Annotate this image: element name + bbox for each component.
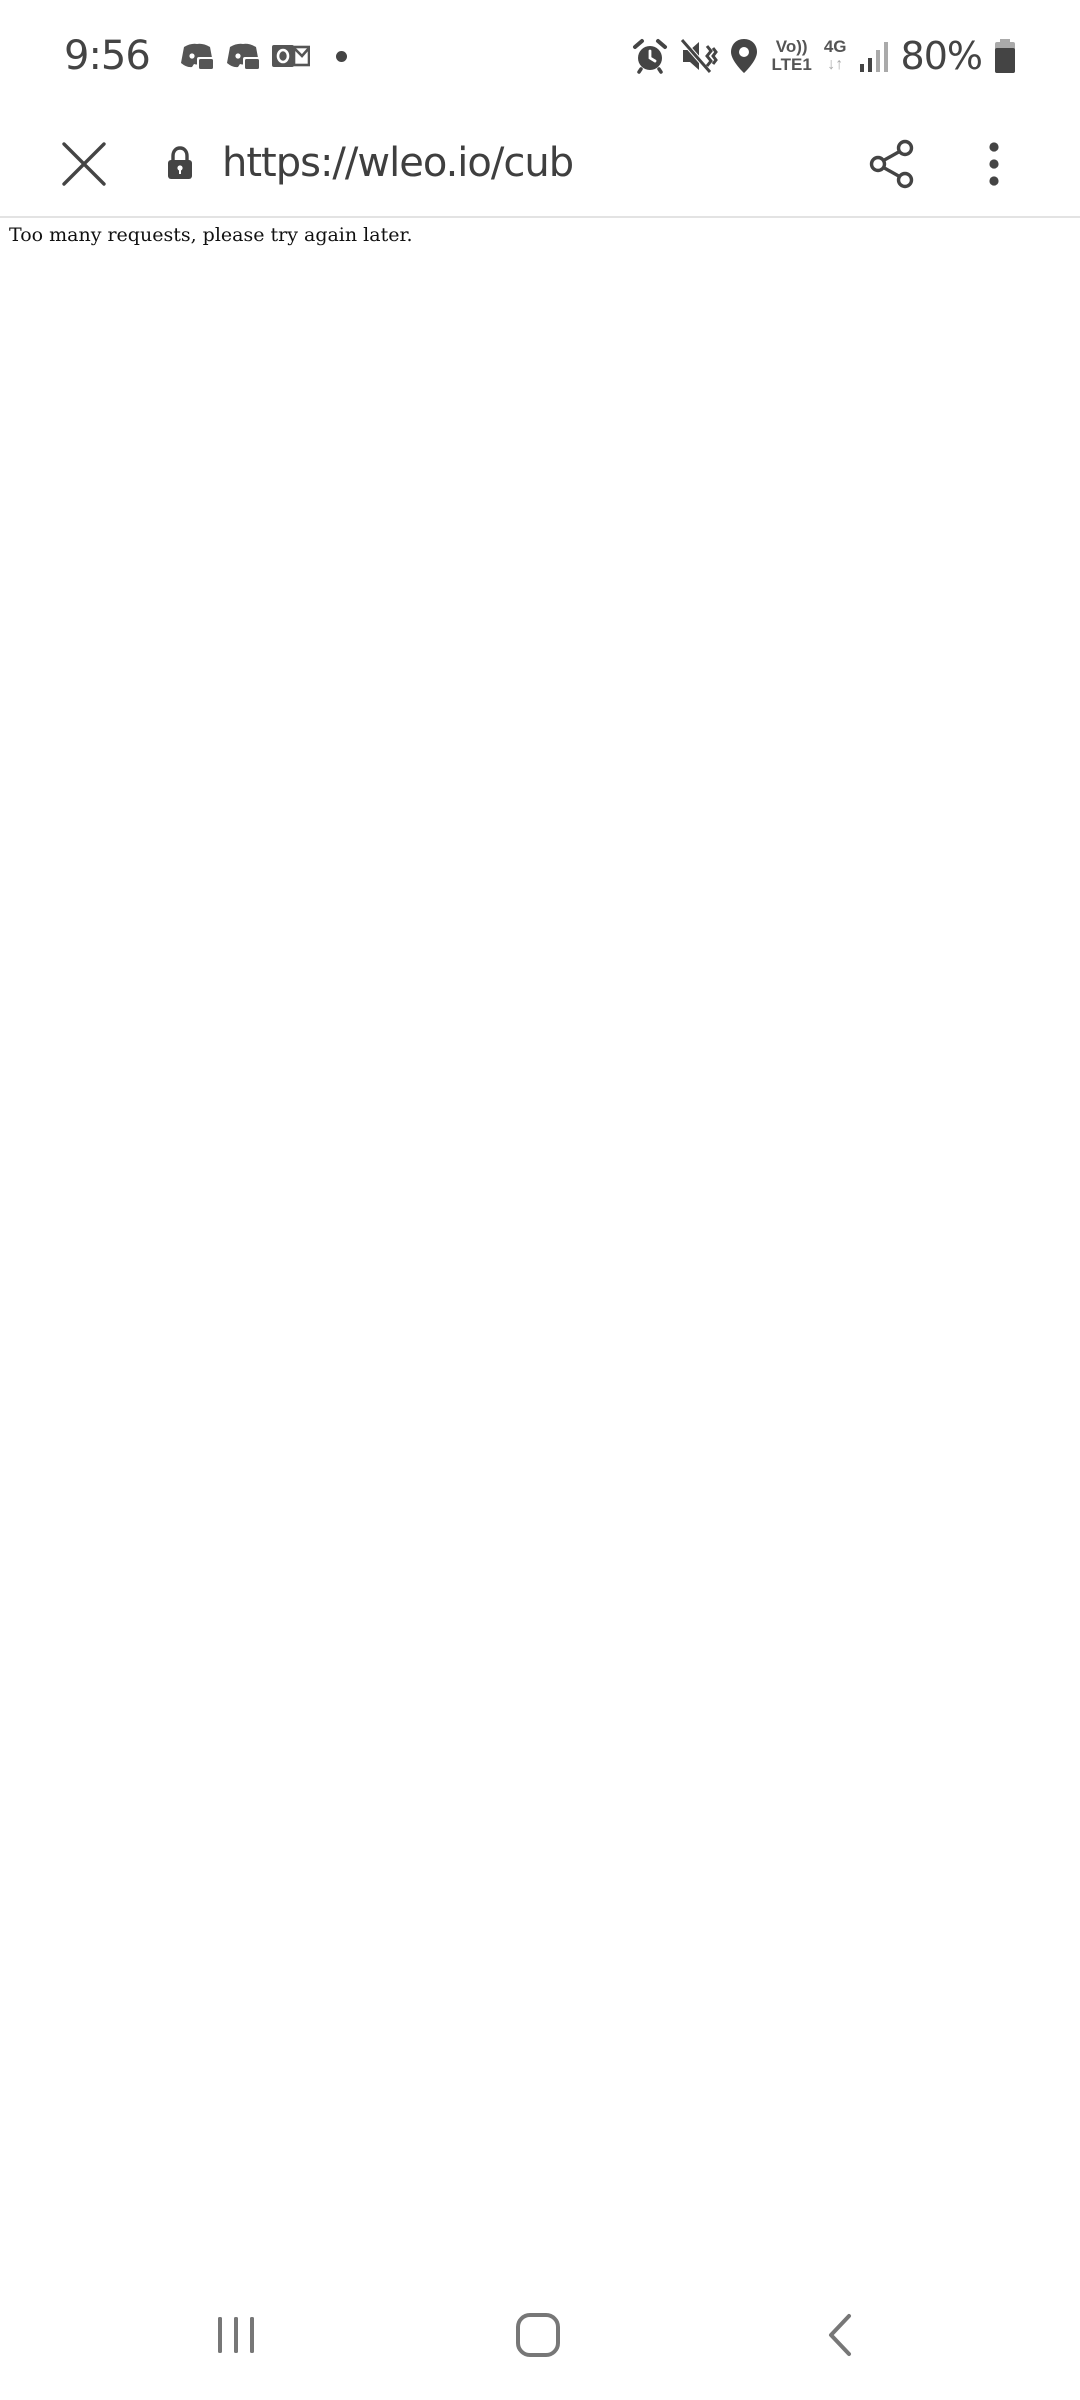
discord-icon [180, 41, 214, 71]
more-vert-icon [989, 142, 999, 186]
signal-icon [859, 40, 889, 72]
alarm-icon [632, 38, 668, 74]
discord-icon [226, 41, 260, 71]
custom-tab-toolbar: https://wleo.io/cub [0, 110, 1080, 218]
battery-percent: 80% [900, 34, 983, 78]
system-navigation-bar [0, 2270, 1080, 2400]
more-options-button[interactable] [954, 124, 1034, 204]
status-bar: 9:56 Vo)) LTE1 4G ↓↑ 80% [0, 0, 1080, 110]
recents-button[interactable] [176, 2290, 296, 2380]
web-page-content: Too many requests, please try again late… [0, 218, 1080, 2270]
4g-data-icon: 4G ↓↑ [824, 38, 847, 74]
network-type-label: 4G [823, 37, 847, 56]
notification-icons [168, 41, 347, 71]
battery-icon [994, 38, 1016, 74]
error-message: Too many requests, please try again late… [9, 224, 413, 246]
home-button[interactable] [478, 2290, 598, 2380]
more-notifications-dot [335, 50, 347, 62]
share-button[interactable] [852, 124, 932, 204]
close-icon [62, 142, 106, 186]
home-icon [516, 2313, 560, 2357]
close-button[interactable] [44, 124, 124, 204]
status-time: 9:56 [64, 33, 151, 79]
vibrate-icon [679, 38, 718, 74]
outlook-icon [271, 41, 310, 71]
location-icon [730, 38, 758, 74]
status-left-group: 9:56 [64, 26, 347, 86]
back-button[interactable] [780, 2290, 900, 2380]
status-right-group: Vo)) LTE1 4G ↓↑ 80% [620, 26, 1016, 86]
volte-top-label: Vo)) [775, 37, 808, 56]
back-icon [829, 2314, 851, 2356]
data-arrows-label: ↓↑ [827, 56, 844, 73]
volte-bottom-label: LTE1 [771, 55, 812, 74]
volte-icon: Vo)) LTE1 [772, 38, 812, 74]
url-text[interactable]: https://wleo.io/cub [222, 132, 574, 194]
recents-icon [218, 2317, 254, 2353]
lock-icon[interactable] [163, 140, 197, 186]
share-icon [869, 139, 914, 189]
